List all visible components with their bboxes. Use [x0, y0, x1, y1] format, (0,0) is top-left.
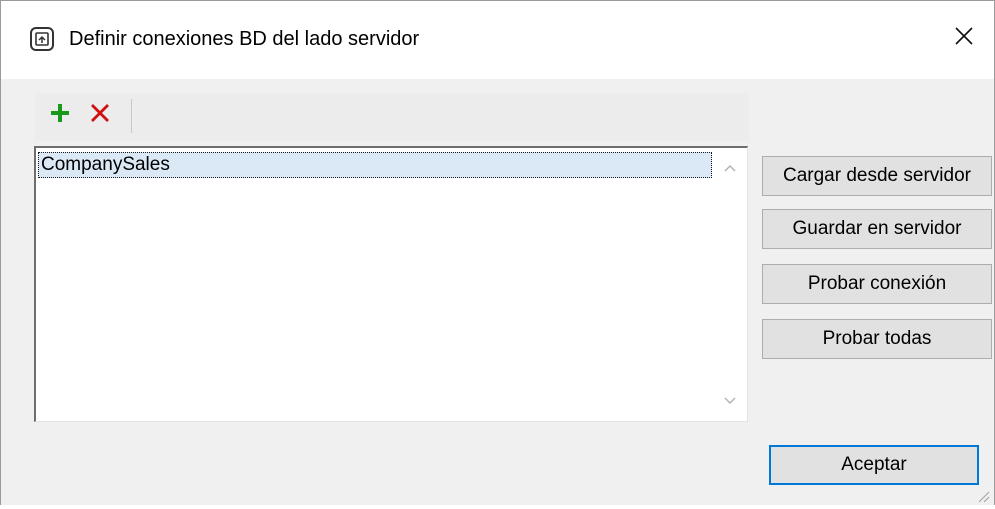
add-connection-button[interactable] — [45, 101, 75, 131]
close-button[interactable] — [944, 19, 984, 59]
dialog-window: Definir conexiones BD del lado servidor — [0, 0, 995, 505]
close-icon — [954, 26, 974, 52]
test-connection-button[interactable]: Probar conexión — [762, 264, 992, 304]
save-to-server-button[interactable]: Guardar en servidor — [762, 209, 992, 249]
title-bar: Definir conexiones BD del lado servidor — [1, 1, 994, 79]
test-all-button[interactable]: Probar todas — [762, 319, 992, 359]
ok-button[interactable]: Aceptar — [769, 445, 979, 485]
app-dialog-icon — [29, 26, 55, 52]
plus-icon — [49, 102, 71, 130]
load-from-server-button[interactable]: Cargar desde servidor — [762, 156, 992, 196]
scroll-down-arrow-icon[interactable] — [722, 393, 738, 409]
vertical-scrollbar[interactable] — [713, 148, 747, 421]
delete-connection-button[interactable] — [85, 101, 115, 131]
dialog-title: Definir conexiones BD del lado servidor — [69, 28, 420, 50]
resize-grip-icon[interactable] — [976, 487, 990, 503]
connections-list[interactable]: CompanySales — [34, 146, 748, 422]
toolbar-separator — [131, 99, 132, 133]
x-icon — [89, 102, 111, 130]
connections-toolbar — [35, 93, 749, 141]
list-item[interactable]: CompanySales — [38, 152, 712, 178]
scroll-up-arrow-icon[interactable] — [722, 160, 738, 176]
